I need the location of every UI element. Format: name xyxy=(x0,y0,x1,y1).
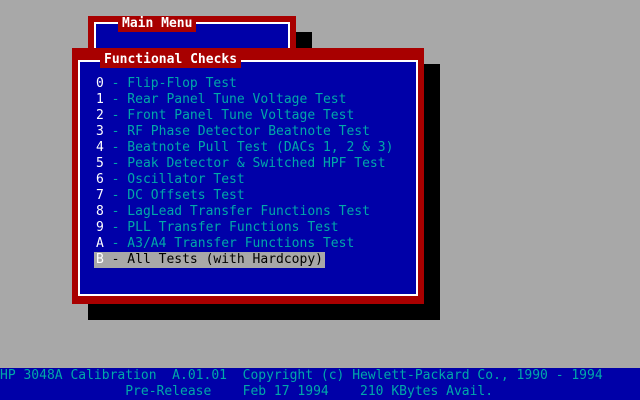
menu-item-hotkey: 9 xyxy=(96,220,104,235)
menu-item-hotkey: 3 xyxy=(96,124,104,139)
menu-item-label: - DC Offsets Test xyxy=(103,188,245,203)
menu-item[interactable]: B - All Tests (with Hardcopy) xyxy=(94,252,325,268)
menu-item-label: - Oscillator Test xyxy=(103,172,245,187)
menu-item[interactable]: 7 - DC Offsets Test xyxy=(94,188,247,204)
menu-item[interactable]: A - A3/A4 Transfer Functions Test xyxy=(94,236,356,252)
menu-item-hotkey: 1 xyxy=(96,92,104,107)
menu-item[interactable]: 1 - Rear Panel Tune Voltage Test xyxy=(94,92,348,108)
status-bar-line-2: Pre-Release Feb 17 1994 210 KBytes Avail… xyxy=(0,384,640,400)
menu-item[interactable]: 5 - Peak Detector & Switched HPF Test xyxy=(94,156,388,172)
menu-item-label: - LagLead Transfer Functions Test xyxy=(103,204,370,219)
menu-item[interactable]: 4 - Beatnote Pull Test (DACs 1, 2 & 3) xyxy=(94,140,395,156)
main-menu-title: Main Menu xyxy=(118,16,197,32)
menu-item-label: - Front Panel Tune Voltage Test xyxy=(103,108,355,123)
menu-item[interactable]: 8 - LagLead Transfer Functions Test xyxy=(94,204,372,220)
menu-item-hotkey: B xyxy=(96,252,104,267)
menu-item-label: - A3/A4 Transfer Functions Test xyxy=(103,236,355,251)
functional-checks-title: Functional Checks xyxy=(100,52,242,68)
menu-item[interactable]: 2 - Front Panel Tune Voltage Test xyxy=(94,108,356,124)
menu-item-label: - All Tests (with Hardcopy) xyxy=(103,252,323,267)
menu-item-label: - Peak Detector & Switched HPF Test xyxy=(103,156,386,171)
menu-item-hotkey: 5 xyxy=(96,156,104,171)
menu-item-hotkey: A xyxy=(96,236,104,251)
functional-checks-body: Functional Checks 0 - Flip-Flop Test 1 - … xyxy=(78,52,418,296)
menu-item[interactable]: 9 - PLL Transfer Functions Test xyxy=(94,220,341,236)
menu-item-label: - Beatnote Pull Test (DACs 1, 2 & 3) xyxy=(103,140,394,155)
menu-item-label: - Rear Panel Tune Voltage Test xyxy=(103,92,347,107)
main-menu-window: Main Menu xyxy=(88,16,296,52)
status-bar-line-1: HP 3048A Calibration A.01.01 Copyright (… xyxy=(0,368,640,384)
menu-item-hotkey: 0 xyxy=(96,76,104,91)
menu-item[interactable]: 3 - RF Phase Detector Beatnote Test xyxy=(94,124,372,140)
menu-item[interactable]: 6 - Oscillator Test xyxy=(94,172,247,188)
menu-item-label: - RF Phase Detector Beatnote Test xyxy=(103,124,370,139)
menu-item-hotkey: 7 xyxy=(96,188,104,203)
menu-item[interactable]: 0 - Flip-Flop Test xyxy=(94,76,239,92)
menu-item-label: - Flip-Flop Test xyxy=(103,76,237,91)
functional-checks-window: Functional Checks 0 - Flip-Flop Test 1 - … xyxy=(72,48,424,304)
functional-checks-shadow-bottom xyxy=(88,304,440,320)
menu-item-label: - PLL Transfer Functions Test xyxy=(103,220,339,235)
menu-item-hotkey: 8 xyxy=(96,204,104,219)
menu-item-hotkey: 4 xyxy=(96,140,104,155)
menu-item-hotkey: 2 xyxy=(96,108,104,123)
menu-item-hotkey: 6 xyxy=(96,172,104,187)
